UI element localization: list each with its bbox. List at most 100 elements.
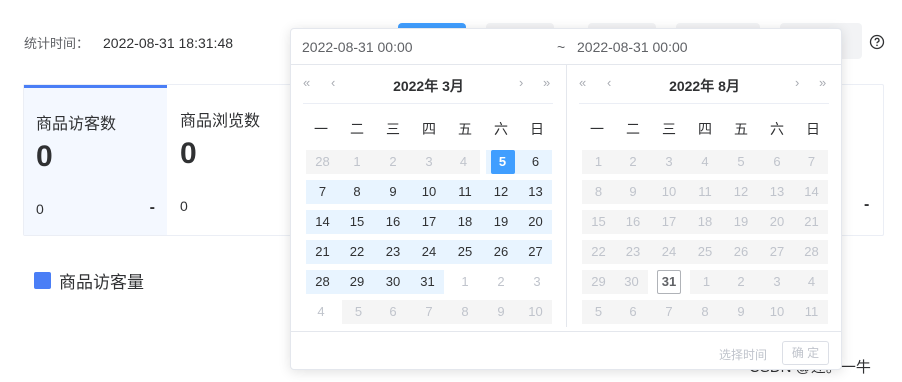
- calendar-day-number: 21: [315, 244, 330, 259]
- calendar-day[interactable]: 24: [411, 237, 447, 267]
- calendar-day-number: 28: [315, 274, 330, 289]
- calendar-day-number: 17: [421, 214, 437, 229]
- choose-time-link[interactable]: 选择时间: [719, 346, 767, 363]
- calendar-day[interactable]: 27: [519, 237, 555, 267]
- calendar-day-number: 19: [493, 214, 509, 229]
- calendar-day[interactable]: 16: [375, 207, 411, 237]
- date-range-picker: 2022-08-31 00:00 ~ 2022-08-31 00:00 « ‹ …: [290, 28, 842, 370]
- calendar-day[interactable]: 17: [411, 207, 447, 237]
- calendar-day[interactable]: 10: [411, 177, 447, 207]
- calendar-day: 8: [579, 177, 615, 207]
- calendar-day[interactable]: 3: [519, 267, 555, 297]
- calendar-day-number: 5: [594, 304, 603, 319]
- weekday-label: 日: [530, 121, 544, 137]
- calendar-day[interactable]: 18: [447, 207, 483, 237]
- calendar-day: 11: [795, 297, 831, 327]
- calendar-day: 20: [759, 207, 795, 237]
- calendar-day[interactable]: 20: [519, 207, 555, 237]
- calendar-day[interactable]: 22: [339, 237, 375, 267]
- calendar-day: 3: [759, 267, 795, 297]
- stat-card-title: 商品浏览数: [180, 113, 261, 130]
- weekday-label: 三: [662, 121, 676, 137]
- calendar-day[interactable]: 11: [447, 177, 483, 207]
- calendar-day: 30: [615, 267, 651, 297]
- confirm-button[interactable]: 确 定: [782, 341, 829, 365]
- calendar-day-number: 25: [697, 244, 713, 259]
- calendar-day[interactable]: 6: [519, 147, 555, 177]
- calendar-day[interactable]: 25: [447, 237, 483, 267]
- calendar-day[interactable]: 5: [483, 147, 519, 177]
- calendar-day: 13: [759, 177, 795, 207]
- calendar-day-number: 7: [665, 304, 673, 319]
- calendar-day[interactable]: 4: [303, 297, 339, 327]
- calendar-day: 6: [759, 147, 795, 177]
- calendar-day[interactable]: 21: [303, 237, 339, 267]
- calendar-day: 17: [651, 207, 687, 237]
- calendar-day[interactable]: 7: [303, 177, 339, 207]
- next-month-button[interactable]: ›: [795, 75, 799, 95]
- calendar-day-number: 3: [665, 154, 673, 169]
- next-year-button[interactable]: »: [543, 75, 550, 95]
- calendar-day[interactable]: 29: [339, 267, 375, 297]
- next-year-button[interactable]: »: [819, 75, 826, 95]
- calendar-day[interactable]: 8: [339, 177, 375, 207]
- picker-footer: 选择时间 确 定: [291, 331, 841, 369]
- calendar-day[interactable]: 9: [375, 177, 411, 207]
- calendar-day-number: 1: [594, 154, 603, 169]
- calendar-day: 6: [615, 297, 651, 327]
- divider: [303, 103, 553, 104]
- weekday-label: 二: [626, 121, 640, 137]
- calendar-day: 19: [723, 207, 759, 237]
- calendar-day[interactable]: 30: [375, 267, 411, 297]
- calendar-day-number: 8: [701, 304, 709, 319]
- month-title: 2022年 8月: [669, 78, 740, 94]
- chart-legend[interactable]: 商品访客量: [34, 268, 144, 293]
- calendar-day-number: 4: [317, 304, 325, 319]
- calendar-day[interactable]: 26: [483, 237, 519, 267]
- calendar-day-number: 24: [661, 244, 677, 259]
- calendar-day-number: 8: [461, 304, 469, 319]
- calendar-day[interactable]: 23: [375, 237, 411, 267]
- stat-card-views[interactable]: 商品浏览数 0 0: [168, 85, 298, 235]
- calendar-day-number: 12: [493, 184, 509, 199]
- month-title: 2022年 3月: [393, 78, 464, 94]
- calendar-day[interactable]: 13: [519, 177, 555, 207]
- end-datetime-input[interactable]: 2022-08-31 00:00: [577, 39, 688, 55]
- calendar-day[interactable]: 2: [483, 267, 519, 297]
- calendar-day-number: 7: [807, 154, 816, 169]
- calendar-day[interactable]: 14: [303, 207, 339, 237]
- calendar-day[interactable]: 19: [483, 207, 519, 237]
- calendar-panel-right: « ‹ 2022年 8月 › » 一二三四五六日 1 2 3 4 5 6 7 8 9 10 11 12…: [566, 65, 841, 327]
- calendar-day-number: 21: [804, 214, 819, 229]
- calendar-day: 2: [615, 147, 651, 177]
- help-icon[interactable]: [869, 34, 885, 50]
- calendar-day-number: 22: [591, 244, 606, 259]
- calendar-day: 28: [303, 147, 339, 177]
- calendar-day-number: 16: [625, 214, 641, 229]
- calendar-day-number: 7: [425, 304, 433, 319]
- weekday-label: 四: [698, 121, 712, 137]
- calendar-day[interactable]: 31: [411, 267, 447, 297]
- calendar-day[interactable]: 12: [483, 177, 519, 207]
- calendar-day: 5: [339, 297, 375, 327]
- stat-card-trend: -: [149, 199, 155, 216]
- calendar-day[interactable]: 31: [651, 267, 687, 297]
- calendar-day-number: 1: [702, 274, 711, 289]
- calendar-day: 9: [483, 297, 519, 327]
- calendar-day: 25: [687, 237, 723, 267]
- stat-card-visitors[interactable]: 商品访客数 0 0 -: [24, 85, 167, 235]
- calendar-day: 1: [339, 147, 375, 177]
- start-datetime-input[interactable]: 2022-08-31 00:00: [302, 39, 413, 55]
- calendar-day[interactable]: 15: [339, 207, 375, 237]
- calendar-day[interactable]: 1: [447, 267, 483, 297]
- calendar-day-number: 6: [773, 154, 781, 169]
- calendar-day[interactable]: 28: [303, 267, 339, 297]
- calendar-day-number: 14: [804, 184, 819, 199]
- calendar-day: 29: [579, 267, 615, 297]
- weekday-label: 六: [770, 121, 784, 137]
- calendar-day: 9: [615, 177, 651, 207]
- calendar-day-number: 2: [737, 274, 745, 289]
- calendar-day-number: 15: [349, 214, 365, 229]
- calendar-day-number: 31: [657, 270, 681, 294]
- next-month-button[interactable]: ›: [519, 75, 523, 95]
